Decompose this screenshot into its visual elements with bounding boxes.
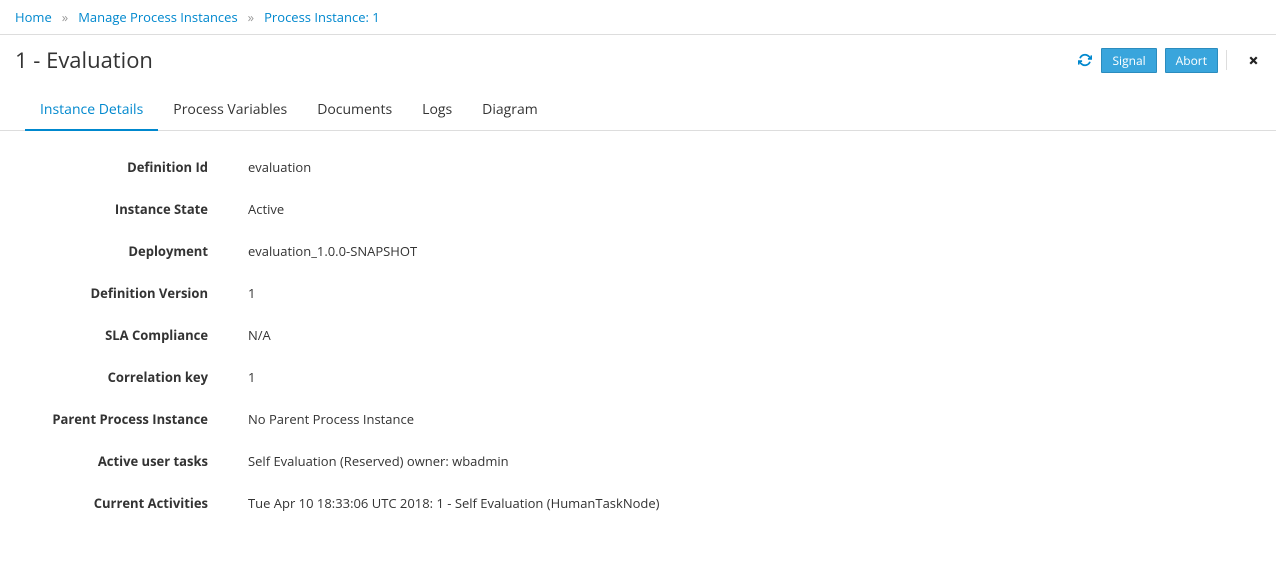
breadcrumb-separator: » <box>62 8 68 26</box>
value-sla-compliance: N/A <box>218 326 1236 344</box>
field-parent-process-instance: Parent Process Instance No Parent Proces… <box>0 398 1236 440</box>
tab-process-variables[interactable]: Process Variables <box>158 90 302 131</box>
label-definition-version: Definition Version <box>0 284 218 302</box>
label-sla-compliance: SLA Compliance <box>0 326 218 344</box>
label-definition-id: Definition Id <box>0 158 218 176</box>
value-definition-version: 1 <box>218 284 1236 302</box>
breadcrumb: Home » Manage Process Instances » Proces… <box>0 0 1276 34</box>
tab-instance-details[interactable]: Instance Details <box>25 90 158 131</box>
label-deployment: Deployment <box>0 242 218 260</box>
abort-button[interactable]: Abort <box>1165 48 1218 73</box>
field-active-user-tasks: Active user tasks Self Evaluation (Reser… <box>0 440 1236 482</box>
breadcrumb-current[interactable]: Process Instance: 1 <box>264 8 380 26</box>
tab-logs[interactable]: Logs <box>407 90 467 131</box>
value-current-activities: Tue Apr 10 18:33:06 UTC 2018: 1 - Self E… <box>218 494 1236 512</box>
breadcrumb-separator: » <box>248 8 254 26</box>
value-definition-id: evaluation <box>218 158 1236 176</box>
refresh-icon[interactable] <box>1077 52 1093 68</box>
field-definition-id: Definition Id evaluation <box>0 146 1236 188</box>
value-active-user-tasks: Self Evaluation (Reserved) owner: wbadmi… <box>218 452 1236 470</box>
signal-button[interactable]: Signal <box>1101 48 1156 73</box>
label-current-activities: Current Activities <box>0 494 218 512</box>
tab-documents[interactable]: Documents <box>302 90 407 131</box>
field-definition-version: Definition Version 1 <box>0 272 1236 314</box>
field-sla-compliance: SLA Compliance N/A <box>0 314 1236 356</box>
header: 1 - Evaluation Signal Abort <box>0 35 1276 85</box>
field-deployment: Deployment evaluation_1.0.0-SNAPSHOT <box>0 230 1236 272</box>
label-active-user-tasks: Active user tasks <box>0 452 218 470</box>
value-deployment: evaluation_1.0.0-SNAPSHOT <box>218 242 1236 260</box>
label-correlation-key: Correlation key <box>0 368 218 386</box>
page-title: 1 - Evaluation <box>15 45 153 75</box>
value-parent-process-instance: No Parent Process Instance <box>218 410 1236 428</box>
label-parent-process-instance: Parent Process Instance <box>0 410 218 428</box>
separator <box>1226 50 1227 70</box>
header-actions: Signal Abort <box>1077 48 1261 73</box>
label-instance-state: Instance State <box>0 200 218 218</box>
breadcrumb-home[interactable]: Home <box>15 8 52 26</box>
tab-diagram[interactable]: Diagram <box>467 90 553 131</box>
instance-details-panel: Definition Id evaluation Instance State … <box>0 131 1236 539</box>
tabs: Instance Details Process Variables Docum… <box>0 90 1276 131</box>
breadcrumb-manage[interactable]: Manage Process Instances <box>78 8 237 26</box>
value-correlation-key: 1 <box>218 368 1236 386</box>
field-current-activities: Current Activities Tue Apr 10 18:33:06 U… <box>0 482 1236 524</box>
field-instance-state: Instance State Active <box>0 188 1236 230</box>
value-instance-state: Active <box>218 200 1236 218</box>
field-correlation-key: Correlation key 1 <box>0 356 1236 398</box>
close-icon[interactable] <box>1245 52 1261 68</box>
